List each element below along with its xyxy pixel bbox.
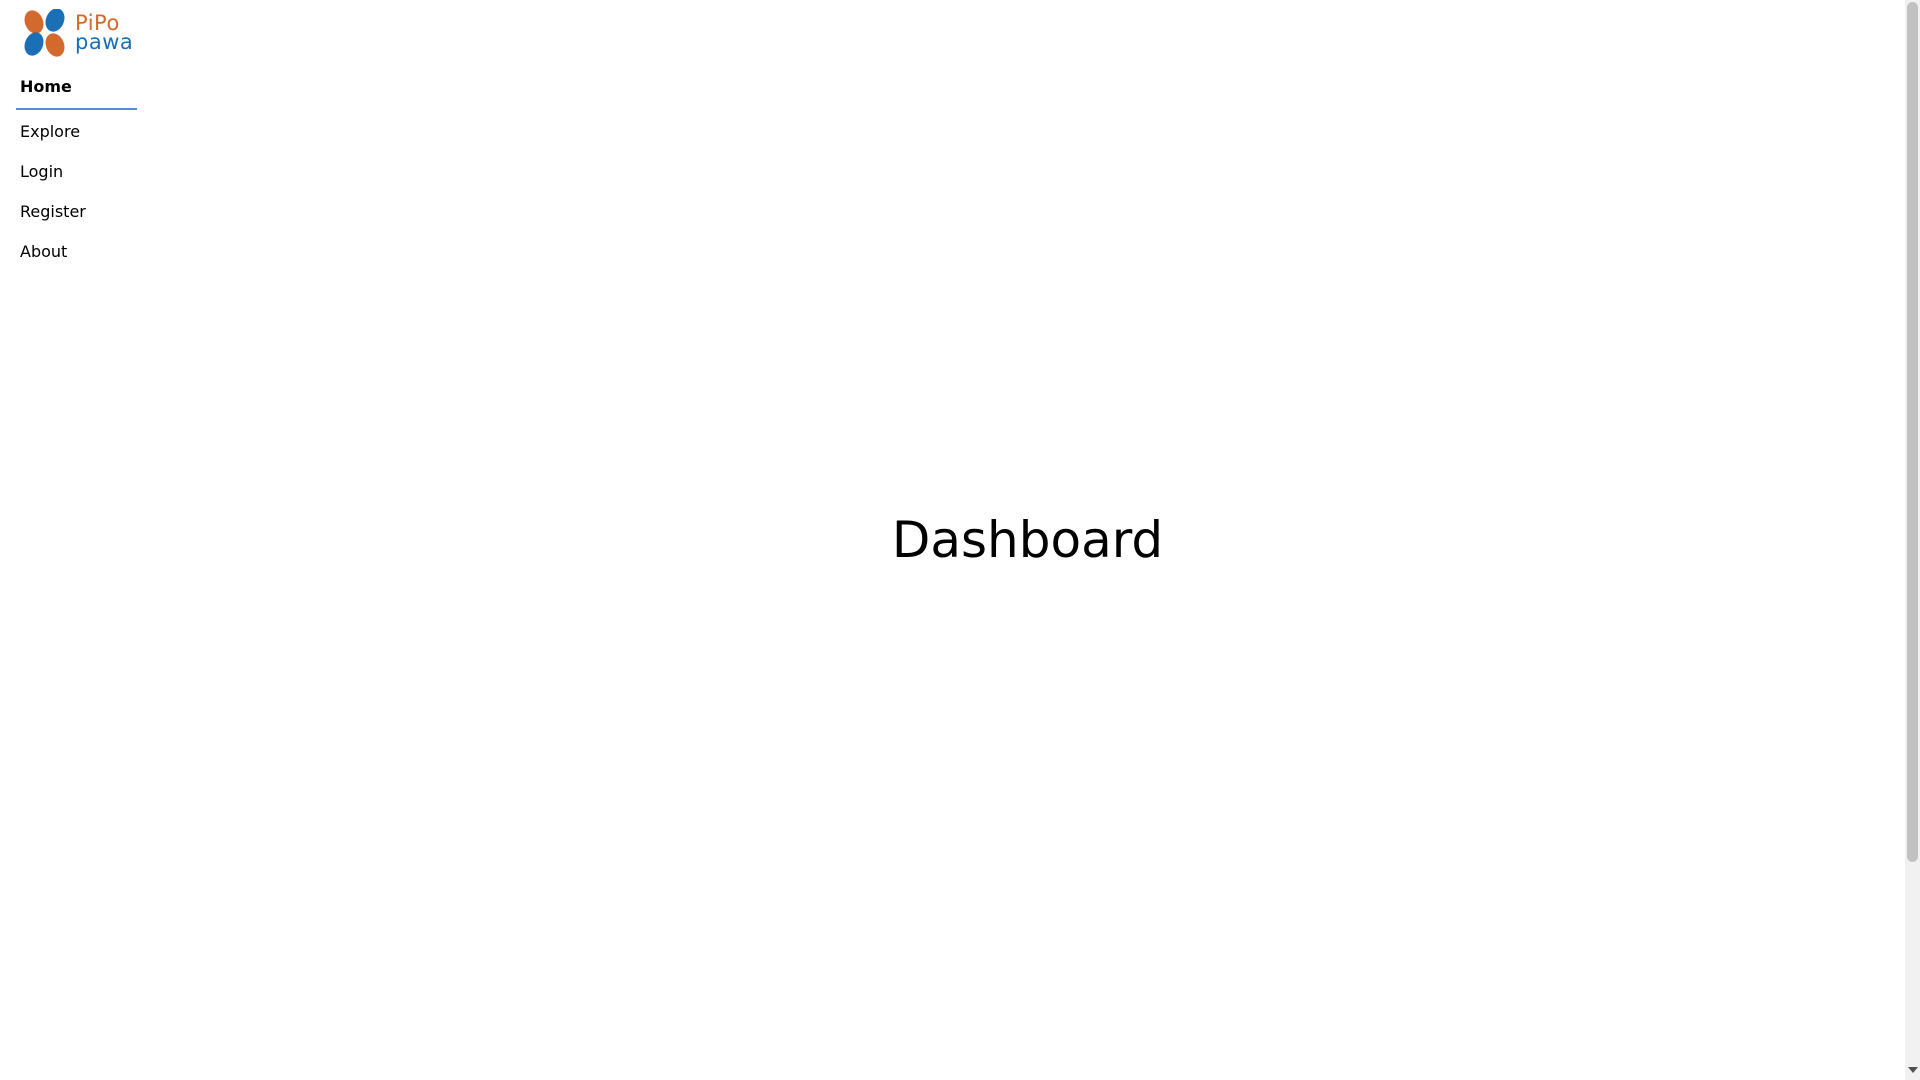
page-title: Dashboard — [891, 511, 1164, 569]
main-nav: Home Explore Login Register About — [16, 72, 137, 272]
nav-item-home[interactable]: Home — [16, 72, 137, 110]
vertical-scrollbar[interactable] — [1905, 0, 1920, 1080]
logo-wordmark-line-2: pawa — [75, 30, 134, 54]
browser-viewport: PiPo pawa Home Explore Login Register Ab… — [0, 0, 1920, 1080]
scrollbar-thumb[interactable] — [1907, 2, 1918, 862]
main-content: Dashboard — [150, 0, 1905, 1080]
nav-item-register[interactable]: Register — [16, 192, 137, 232]
nav-item-about[interactable]: About — [16, 232, 137, 272]
logo-link[interactable]: PiPo pawa — [22, 9, 134, 59]
nav-item-explore[interactable]: Explore — [16, 112, 137, 152]
page: PiPo pawa Home Explore Login Register Ab… — [0, 0, 1905, 1080]
chevron-down-icon[interactable] — [1908, 1067, 1918, 1073]
nav-item-login[interactable]: Login — [16, 152, 137, 192]
